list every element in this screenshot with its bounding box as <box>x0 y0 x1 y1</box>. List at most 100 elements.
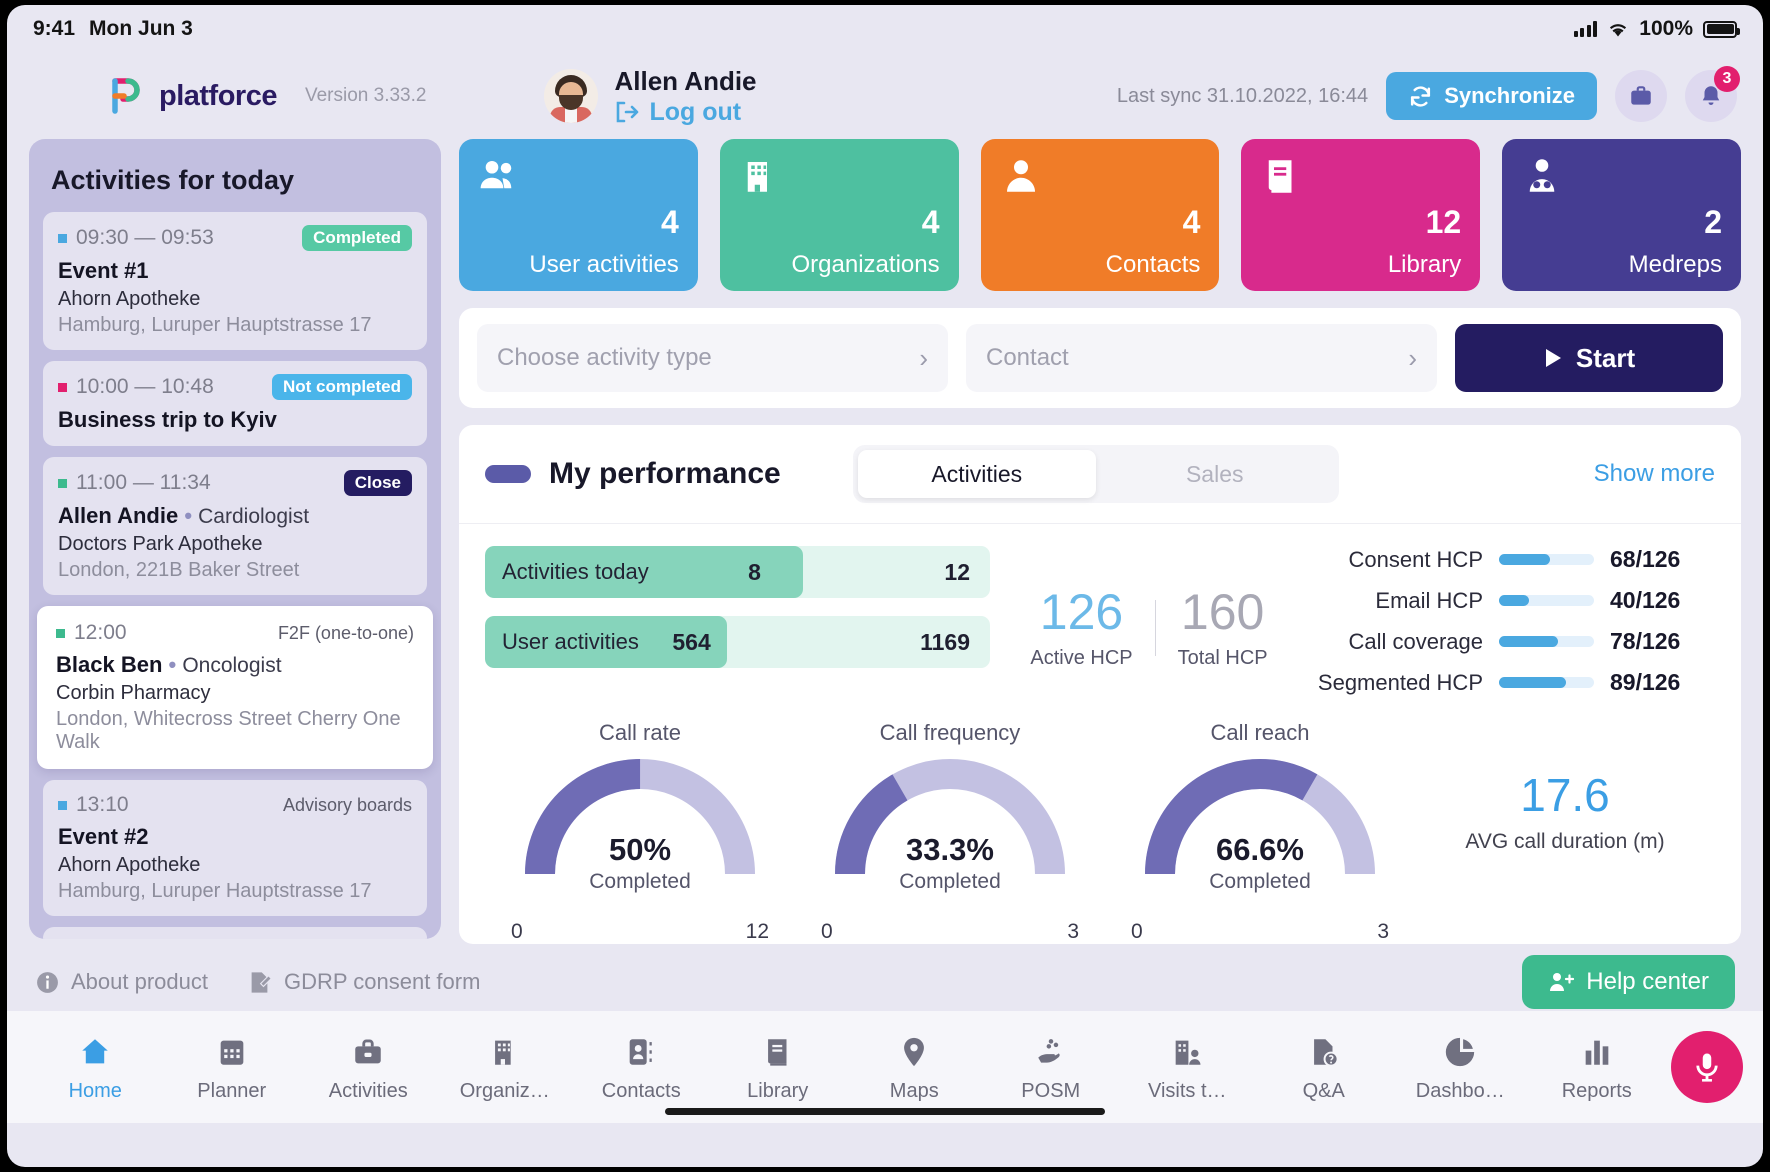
tab-activities[interactable]: Activities <box>300 1031 437 1103</box>
tab-activities[interactable]: Activities <box>857 450 1096 498</box>
start-button[interactable]: Start <box>1455 324 1723 392</box>
activity-color-dot <box>58 478 67 488</box>
synchronize-button[interactable]: Synchronize <box>1386 72 1597 120</box>
performance-tabs[interactable]: Activities Sales <box>852 445 1339 503</box>
bottom-tab-bar[interactable]: Home Planner Activities Organiz… Contacts Lib… <box>7 1011 1763 1123</box>
platforce-logo-icon <box>103 75 145 117</box>
brand-logo: platforce Version 3.33.2 <box>103 75 426 117</box>
synchronize-label: Synchronize <box>1444 83 1575 108</box>
building-person-icon <box>1175 1040 1201 1065</box>
activity-time: 12:00 <box>74 621 127 644</box>
chevron-right-icon: › <box>919 342 928 373</box>
tab-label: Visits t… <box>1147 1080 1227 1102</box>
gauge-value: 66.6% <box>1216 832 1304 867</box>
play-icon <box>1545 349 1561 367</box>
active-hcp-label: Active HCP <box>1030 646 1133 669</box>
wifi-icon <box>1610 23 1627 36</box>
status-badge: Not completed <box>271 374 412 400</box>
gauge-subtitle: Completed <box>589 870 691 893</box>
tab-planner[interactable]: Planner <box>164 1031 301 1103</box>
sidebar-title: Activities for today <box>51 165 295 195</box>
contact-select[interactable]: Contact › <box>966 324 1437 392</box>
tab-label: Planner <box>197 1080 267 1102</box>
stat-tile-library[interactable]: 12 Library <box>1241 139 1481 291</box>
status-bar: 9:41 Mon Jun 3 100% <box>7 5 1763 53</box>
activity-card[interactable]: 10:00 — 10:48 Not completed Business trip … <box>43 361 427 446</box>
total-hcp: 160 Total HCP <box>1178 587 1268 670</box>
activity-card[interactable]: 12:00 F2F (one-to-one) Black Ben • Oncolog… <box>37 606 433 769</box>
voice-assistant-button[interactable] <box>1671 1031 1743 1103</box>
activity-organization: Corbin Pharmacy <box>56 682 211 704</box>
tab-library[interactable]: Library <box>710 1031 847 1103</box>
performance-progress-bars: Activities today 8 12 User activities 564 116… <box>485 546 990 710</box>
activity-organization: Ahorn Apotheke <box>58 854 201 876</box>
tab-q&a[interactable]: Q&A <box>1256 1031 1393 1103</box>
gauge-subtitle: Completed <box>1209 870 1311 893</box>
activity-time: 13:10 <box>76 793 129 816</box>
activity-card[interactable]: 13:40Business tripBusiness trip to Kyiv <box>43 927 427 939</box>
stat-tile-user-activities[interactable]: 4 User activities <box>459 139 698 291</box>
activity-type-select[interactable]: Choose activity type › <box>477 324 948 392</box>
show-more-link[interactable]: Show more <box>1594 460 1715 488</box>
help-person-icon <box>1550 973 1575 991</box>
stat-tile-label: User activities <box>529 251 679 278</box>
briefcase-button[interactable] <box>1615 70 1667 122</box>
tab-dashbo[interactable]: Dashbo… <box>1392 1031 1529 1103</box>
gauge-max: 12 <box>745 920 769 943</box>
map-pin-icon <box>904 1037 925 1067</box>
activity-color-dot <box>58 800 67 810</box>
tab-label: Organiz… <box>459 1080 550 1102</box>
tab-maps[interactable]: Maps <box>846 1031 983 1103</box>
help-center-button[interactable]: Help center <box>1522 955 1735 1009</box>
tab-reports[interactable]: Reports <box>1529 1031 1666 1103</box>
activity-card[interactable]: 09:30 — 09:53 Completed Event #1 Ahorn Apot… <box>43 212 427 350</box>
activities-list[interactable]: 09:30 — 09:53 Completed Event #1 Ahorn Apot… <box>37 212 433 939</box>
notification-badge: 3 <box>1714 66 1740 92</box>
status-date: Mon Jun 3 <box>89 17 193 40</box>
status-badge: Completed <box>302 225 412 251</box>
hcp-metric-value: 68/126 <box>1610 546 1681 572</box>
gauge-value: 33.3% <box>906 832 994 867</box>
hand-pills-icon <box>1038 1039 1060 1063</box>
tab-sales[interactable]: Sales <box>1096 450 1334 498</box>
tab-visitst[interactable]: Visits t… <box>1119 1031 1256 1103</box>
activities-sidebar[interactable]: Activities for today 09:30 — 09:53 Comple… <box>29 139 441 939</box>
avatar <box>544 69 599 123</box>
stat-tile-organizations[interactable]: 4 Organizations <box>719 139 959 291</box>
tab-home[interactable]: Home <box>27 1031 164 1103</box>
gdpr-consent-link[interactable]: GDRP consent form <box>246 969 480 996</box>
footer: About product GDRP consent form Help cen… <box>7 939 1763 1011</box>
gauge-charts: Call rate 50% Completed 0 12 Call frequency 33… <box>459 710 1741 944</box>
activity-card[interactable]: 13:10 Advisory boards Event #2 Ahorn Apothe… <box>43 780 427 916</box>
activity-address: Hamburg, Luruper Hauptstrasse 17 <box>58 880 372 902</box>
stat-tile-value: 4 <box>921 204 940 240</box>
contact-placeholder: Contact <box>986 344 1069 371</box>
progress-bar-total: 12 <box>944 558 970 585</box>
sync-icon <box>1411 85 1431 107</box>
activity-name: Event #2 <box>58 824 149 849</box>
tab-posm[interactable]: POSM <box>983 1031 1120 1103</box>
hcp-metric-track <box>1499 636 1594 647</box>
activity-card[interactable]: 11:00 — 11:34 Close Allen Andie • Cardiolo… <box>43 457 427 595</box>
logout-button[interactable]: Log out <box>614 98 756 127</box>
activity-address: London, Whitecross Street Cherry One Wal… <box>56 708 401 753</box>
stat-tile-medreps[interactable]: 2 Medreps <box>1502 139 1741 291</box>
hcp-metric-row: Segmented HCP 89/126 <box>1308 669 1715 696</box>
doctor-icon <box>1529 159 1555 192</box>
stat-tile-value: 4 <box>1182 204 1201 240</box>
stat-tile-contacts[interactable]: 4 Contacts <box>980 139 1220 291</box>
about-product-link[interactable]: About product <box>35 969 208 995</box>
stat-tiles: 4 User activities 4 Organizations 4 Contacts 1… <box>459 139 1741 291</box>
active-hcp: 126 Active HCP <box>1030 587 1132 670</box>
progress-bar-row: Activities today 8 12 <box>485 546 990 598</box>
hcp-metric-row: Consent HCP 68/126 <box>1308 546 1715 573</box>
total-hcp-label: Total HCP <box>1177 646 1268 669</box>
tab-label: Reports <box>1561 1080 1632 1102</box>
tab-contacts[interactable]: Contacts <box>573 1031 710 1103</box>
tab-organiz[interactable]: Organiz… <box>437 1031 574 1103</box>
help-center-label: Help center <box>1586 968 1709 995</box>
document-question-icon <box>1313 1039 1339 1067</box>
notifications-button[interactable]: 3 <box>1685 66 1740 122</box>
activity-color-dot <box>58 233 67 243</box>
signal-icon <box>1573 21 1598 37</box>
